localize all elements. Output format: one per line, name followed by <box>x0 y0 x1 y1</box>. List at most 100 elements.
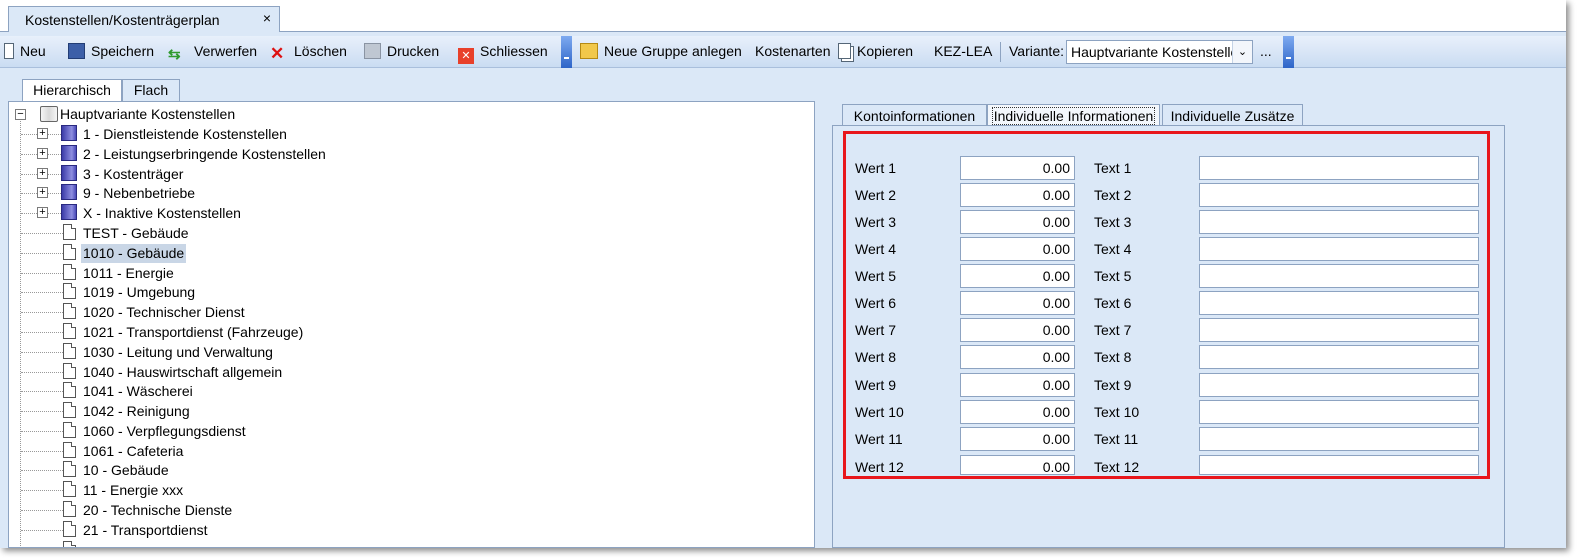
tab-flach[interactable]: Flach <box>122 79 180 101</box>
tree-root[interactable]: Hauptvariante Kostenstellen <box>60 106 235 124</box>
wert-label: Wert 1 <box>855 160 896 176</box>
wert-field[interactable]: 0.00 <box>960 318 1075 342</box>
text-field[interactable] <box>1199 183 1479 207</box>
wert-field[interactable]: 0.00 <box>960 345 1075 369</box>
tree-item[interactable]: 1020 - Technischer Dienst <box>83 304 245 322</box>
text-field[interactable] <box>1199 400 1479 424</box>
wert-label: Wert 2 <box>855 187 896 203</box>
group-folder-icon <box>61 184 77 200</box>
tree-item[interactable]: 20 - Technische Dienste <box>83 502 232 520</box>
text-field[interactable] <box>1199 318 1479 342</box>
chevron-down-icon[interactable]: ⌄ <box>1232 41 1252 63</box>
speichern-label: Speichern <box>91 43 155 59</box>
tree-item[interactable]: 11 - Energie xxx <box>83 482 183 500</box>
neu-button[interactable]: Neu <box>4 43 46 59</box>
tree-item[interactable]: 1011 - Energie <box>83 265 174 283</box>
loeschen-button[interactable]: ✕ Löschen <box>270 43 347 63</box>
wert-label: Wert 4 <box>855 241 896 257</box>
document-icon <box>63 422 76 438</box>
toolbar-overflow-grip-end[interactable] <box>1283 36 1294 68</box>
wert-field[interactable]: 0.00 <box>960 291 1075 315</box>
tree-item[interactable]: 1030 - Leitung und Verwaltung <box>83 344 273 362</box>
wert-field[interactable]: 0.00 <box>960 237 1075 261</box>
text-field[interactable] <box>1199 345 1479 369</box>
tab-hierarchisch[interactable]: Hierarchisch <box>22 79 122 102</box>
group-expand-icon[interactable]: + <box>37 148 48 159</box>
tab-individuelle-zusaetze[interactable]: Individuelle Zusätze <box>1162 104 1303 126</box>
drucken-button[interactable]: Drucken <box>364 43 439 59</box>
wert-field[interactable]: 0.00 <box>960 156 1075 180</box>
tree-item[interactable]: 1060 - Verpflegungsdienst <box>83 423 246 441</box>
tab-kontoinformationen[interactable]: Kontoinformationen <box>842 104 987 126</box>
document-icon <box>63 363 76 379</box>
tree-item[interactable]: 1042 - Reinigung <box>83 403 190 421</box>
schliessen-button[interactable]: ✕ Schliessen <box>458 43 548 64</box>
verwerfen-button[interactable]: ⇆ Verwerfen <box>168 43 257 63</box>
text-field[interactable] <box>1199 427 1479 451</box>
kopieren-button[interactable]: Kopieren <box>838 43 913 59</box>
text-field[interactable] <box>1199 291 1479 315</box>
toolbar: Neu Speichern ⇆ Verwerfen ✕ Löschen Drucke… <box>0 36 1566 68</box>
document-tab-title: Kostenstellen/Kostenträgerplan <box>25 12 220 28</box>
wert-label: Wert 11 <box>855 431 903 447</box>
new-document-icon <box>4 43 14 59</box>
more-button[interactable]: ... <box>1260 43 1272 59</box>
tree-item[interactable]: TEST - Gebäude <box>83 225 189 243</box>
wert-field[interactable]: 0.00 <box>960 183 1075 207</box>
wert-field[interactable]: 0.00 <box>960 264 1075 288</box>
text-label: Text 5 <box>1094 268 1132 284</box>
tree-item[interactable]: 1041 - Wäscherei <box>83 383 193 401</box>
text-field[interactable] <box>1199 210 1479 234</box>
text-field[interactable] <box>1199 237 1479 261</box>
tree-item[interactable]: 1019 - Umgebung <box>83 284 195 302</box>
group-folder-icon <box>61 125 77 141</box>
wert-label: Wert 9 <box>855 377 896 393</box>
tree-connector <box>21 431 63 432</box>
wert-field[interactable]: 0.00 <box>960 210 1075 234</box>
tab-individuelle-informationen[interactable]: Individuelle Informationen <box>987 104 1160 126</box>
tree-connector <box>21 372 63 373</box>
variante-select[interactable]: Hauptvariante Kostenstelle ⌄ <box>1066 40 1253 64</box>
text-label: Text 10 <box>1094 404 1140 420</box>
tree-connector <box>21 510 63 511</box>
text-field[interactable] <box>1199 156 1479 180</box>
tab-close-icon[interactable]: × <box>263 10 271 26</box>
tree-group[interactable]: 3 - Kostenträger <box>83 166 183 184</box>
cost-center-tree[interactable]: − Hauptvariante Kostenstellen + 1 - Dien… <box>8 101 815 548</box>
kez-lea-button[interactable]: KEZ-LEA <box>934 43 992 59</box>
wert-field[interactable]: 0.00 <box>960 373 1075 397</box>
group-expand-icon[interactable]: + <box>37 187 48 198</box>
tree-item[interactable]: 1021 - Transportdienst (Fahrzeuge) <box>83 324 303 342</box>
tree-item[interactable]: 21 - Transportdienst <box>83 522 208 540</box>
application-window: Kostenstellen/Kostenträgerplan × Neu Spe… <box>0 0 1566 548</box>
tree-item[interactable]: 10 - Gebäude <box>83 462 169 480</box>
tree-group[interactable]: 2 - Leistungserbringende Kostenstellen <box>83 146 326 164</box>
group-expand-icon[interactable]: + <box>37 128 48 139</box>
tree-connector <box>21 233 63 234</box>
wert-field[interactable]: 0.00 <box>960 400 1075 424</box>
neue-gruppe-button[interactable]: Neue Gruppe anlegen <box>580 43 742 59</box>
wert-field[interactable]: 0.00 <box>960 455 1075 475</box>
wert-label: Wert 7 <box>855 322 896 338</box>
tree-item[interactable]: 1061 - Cafeteria <box>83 443 183 461</box>
tree-item[interactable]: 1040 - Hauswirtschaft allgemein <box>83 364 282 382</box>
tree-item-selected[interactable]: 1010 - Gebäude <box>81 244 187 263</box>
speichern-button[interactable]: Speichern <box>68 43 154 59</box>
root-collapse-icon[interactable]: − <box>15 109 26 120</box>
toolbar-overflow-grip[interactable] <box>561 36 572 68</box>
tree-group[interactable]: 1 - Dienstleistende Kostenstellen <box>83 126 287 144</box>
document-tab[interactable]: Kostenstellen/Kostenträgerplan × <box>8 6 280 32</box>
group-expand-icon[interactable]: + <box>37 207 48 218</box>
document-icon <box>63 521 76 537</box>
text-field[interactable] <box>1199 264 1479 288</box>
kostenarten-button[interactable]: Kostenarten <box>755 43 831 59</box>
text-label: Text 1 <box>1094 160 1132 176</box>
text-field[interactable] <box>1199 373 1479 397</box>
text-field[interactable] <box>1199 455 1479 475</box>
wert-field[interactable]: 0.00 <box>960 427 1075 451</box>
group-expand-icon[interactable]: + <box>37 168 48 179</box>
tree-group[interactable]: 9 - Nebenbetriebe <box>83 185 195 203</box>
tree-connector <box>20 116 21 546</box>
tree-group[interactable]: X - Inaktive Kostenstellen <box>83 205 241 223</box>
tree-connector <box>21 332 63 333</box>
